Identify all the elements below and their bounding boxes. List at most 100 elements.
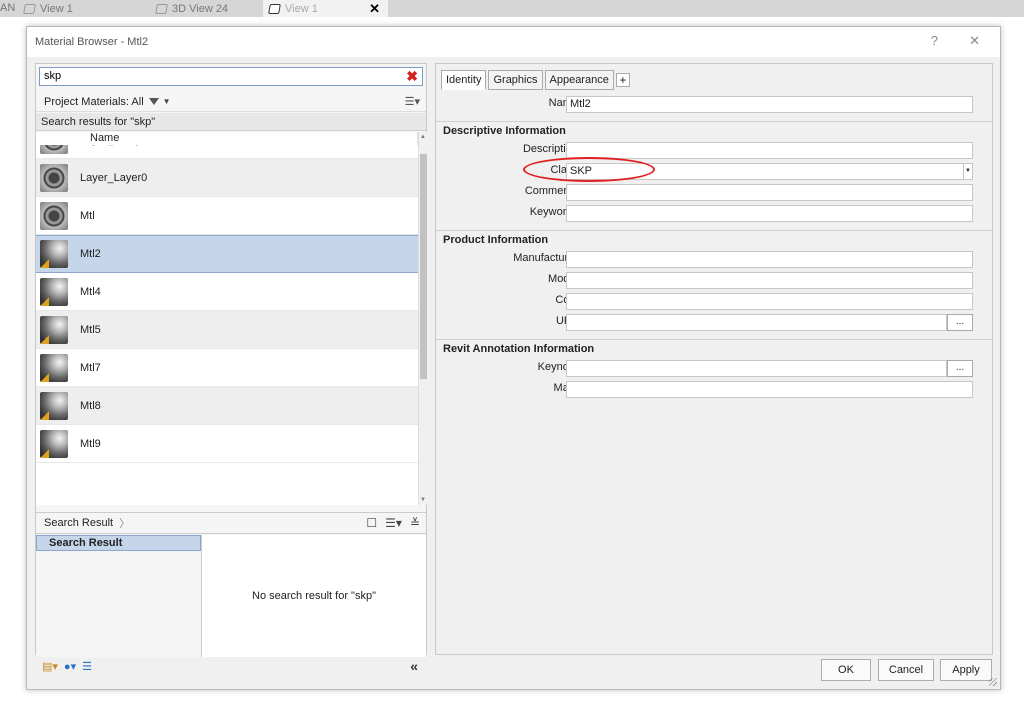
view-tab-bar: AN View 1 3D View 24 View 1 ✕ <box>0 0 1024 17</box>
browser-panel: skp ✖ Project Materials: All ▼ ☰▾ Search… <box>35 63 427 674</box>
model-field[interactable] <box>566 272 973 289</box>
resize-grip-icon[interactable] <box>989 678 997 686</box>
project-materials-label[interactable]: Project Materials: All <box>44 96 144 108</box>
tab-identity[interactable]: Identity <box>441 70 487 90</box>
cancel-button[interactable]: Cancel <box>878 659 934 681</box>
material-sphere-icon <box>40 277 68 306</box>
close-dialog-button[interactable]: ✕ <box>969 33 980 49</box>
search-results-header: Search results for "skp" <box>36 113 426 131</box>
dialog-titlebar: Material Browser - Mtl2 ? ✕ <box>27 27 1000 57</box>
double-chevron-down-icon[interactable]: ≚ <box>410 516 420 530</box>
keywords-field[interactable] <box>566 205 973 222</box>
material-row[interactable]: Layer_Layer0 <box>36 159 418 197</box>
class-value: SKP <box>570 165 593 177</box>
library-bar: Search Result 〉 ☐ ☰▾ ≚ <box>36 512 426 534</box>
material-editor-panel: Identity Graphics Appearance + Name Mtl2… <box>435 63 993 655</box>
url-browse-button[interactable]: ... <box>947 314 973 331</box>
close-tab-icon[interactable]: ✕ <box>369 1 380 17</box>
description-field[interactable] <box>566 142 973 159</box>
material-sphere-icon <box>40 391 68 420</box>
tab-appearance[interactable]: Appearance <box>544 70 614 90</box>
tab-fragment: AN <box>0 2 16 14</box>
class-select[interactable]: SKP ▼ <box>566 163 973 180</box>
library-breadcrumb[interactable]: Search Result <box>44 517 113 529</box>
comments-field[interactable] <box>566 184 973 201</box>
editor-tabs: Identity Graphics Appearance + <box>441 70 630 90</box>
material-thumbnail-icon <box>40 201 68 230</box>
chevron-right-icon: 〉 <box>119 518 131 530</box>
project-materials-row: Project Materials: All ▼ ☰▾ <box>36 92 426 112</box>
material-row[interactable]: Mtl <box>36 197 418 235</box>
3d-view-icon <box>23 3 36 14</box>
filter-icon[interactable] <box>148 98 159 105</box>
search-value: skp <box>44 70 62 82</box>
section-revit-annotation: Revit Annotation Information <box>436 339 992 358</box>
material-row[interactable]: Mtl4 <box>36 273 418 311</box>
scroll-up-icon[interactable]: ▲ <box>420 134 426 140</box>
3d-view-icon <box>155 3 168 14</box>
cost-field[interactable] <box>566 293 973 310</box>
material-row[interactable]: Mtl9 <box>36 425 418 463</box>
material-row[interactable]: Mtl8 <box>36 387 418 425</box>
material-name: Mtl7 <box>80 361 101 374</box>
keynote-field[interactable] <box>566 360 947 377</box>
3d-view-icon <box>268 3 281 14</box>
ok-button[interactable]: OK <box>821 659 871 681</box>
create-material-icon[interactable]: ●▾ <box>64 660 76 673</box>
apply-button[interactable]: Apply <box>940 659 992 681</box>
asset-browser-icon[interactable]: ☰ <box>82 660 92 673</box>
material-row[interactable]: Mtl2 <box>36 235 418 273</box>
library-folder-icon[interactable]: ▤▾ <box>42 660 58 673</box>
material-thumbnail-icon <box>40 163 68 192</box>
library-tree-item-search-result[interactable]: Search Result <box>36 535 201 551</box>
collapse-panel-icon[interactable]: « <box>410 658 418 674</box>
manufacturer-field[interactable] <box>566 251 973 268</box>
identity-form: Name Mtl2 Descriptive Information Descri… <box>436 94 992 400</box>
url-field[interactable] <box>566 314 947 331</box>
material-name: Layer_Footprint <box>80 145 157 146</box>
view-tab-view1-active[interactable]: View 1 ✕ <box>263 0 388 17</box>
material-sphere-icon <box>40 315 68 344</box>
column-name-label: Name <box>90 132 120 144</box>
name-field[interactable]: Mtl2 <box>566 96 973 113</box>
chevron-down-icon[interactable]: ▼ <box>163 97 171 106</box>
mark-field[interactable] <box>566 381 973 398</box>
search-input[interactable]: skp ✖ <box>39 67 423 86</box>
no-results-message: No search result for "skp" <box>252 590 376 602</box>
material-row[interactable]: Mtl7 <box>36 349 418 387</box>
tab-graphics[interactable]: Graphics <box>488 70 543 90</box>
material-name: Layer_Layer0 <box>80 171 148 184</box>
material-name: Mtl8 <box>80 399 101 412</box>
browser-footer: ▤▾ ●▾ ☰ « <box>36 658 426 676</box>
material-row[interactable]: Layer_Footprint <box>36 145 418 159</box>
library-bar-icons: ☐ ☰▾ ≚ <box>366 516 420 530</box>
clear-search-icon[interactable]: ✖ <box>406 68 418 85</box>
view-tab-view1[interactable]: View 1 <box>18 0 79 17</box>
scrollbar-thumb[interactable] <box>420 154 427 379</box>
material-browser-dialog: Material Browser - Mtl2 ? ✕ skp ✖ Projec… <box>26 26 1001 690</box>
panel-toggle-icon[interactable]: ☐ <box>366 516 377 530</box>
help-button[interactable]: ? <box>931 33 938 48</box>
material-row[interactable]: Mtl5 <box>36 311 418 349</box>
material-list: Layer_Footprint Layer_Layer0 Mtl Mtl2 Mtl4 Mt… <box>36 145 418 505</box>
material-sphere-icon <box>40 353 68 382</box>
material-name: Mtl4 <box>80 285 101 298</box>
add-asset-button[interactable]: + <box>615 73 630 87</box>
material-thumbnail-icon <box>40 145 68 154</box>
list-scrollbar[interactable]: ▲ ▼ <box>418 132 427 505</box>
material-name: Mtl5 <box>80 323 101 336</box>
material-name: Mtl <box>80 209 95 222</box>
library-content: No search result for "skp" <box>202 535 426 657</box>
section-descriptive: Descriptive Information <box>436 121 992 140</box>
view-tab-3d-view-24[interactable]: 3D View 24 <box>150 0 234 17</box>
column-header-name[interactable]: Name <box>36 132 418 145</box>
list-view-icon[interactable]: ☰▾ <box>385 516 402 530</box>
keynote-browse-button[interactable]: ... <box>947 360 973 377</box>
dialog-title: Material Browser - Mtl2 <box>35 36 149 48</box>
material-sphere-icon <box>40 240 68 268</box>
list-view-icon[interactable]: ☰▾ <box>405 95 420 108</box>
view-tab-label: View 1 <box>40 2 73 15</box>
material-name: Mtl2 <box>80 248 101 260</box>
chevron-down-icon[interactable]: ▼ <box>963 164 972 179</box>
scroll-down-icon[interactable]: ▼ <box>420 497 426 503</box>
